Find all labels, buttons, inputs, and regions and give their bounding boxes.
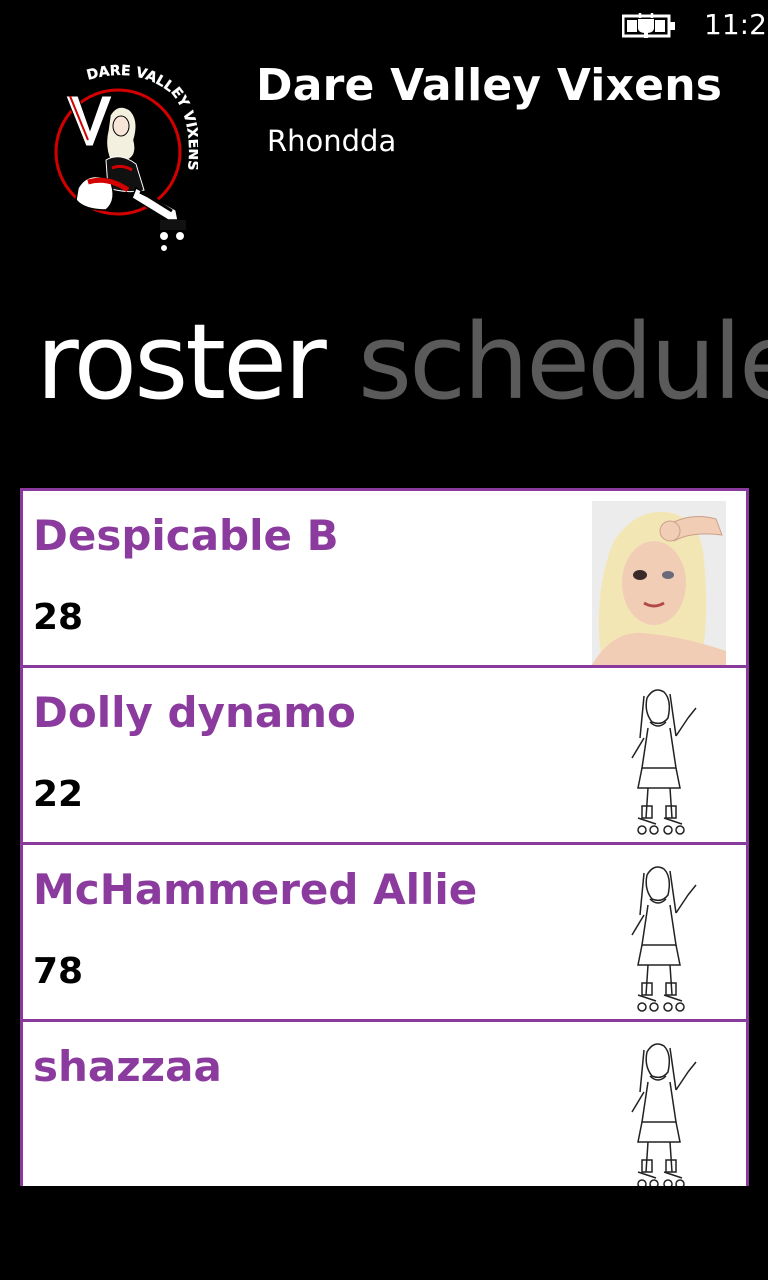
tab-roster[interactable]: roster — [36, 310, 327, 414]
sketch-placeholder-icon — [631, 866, 697, 1012]
roster-list[interactable]: Despicable B 28 Dolly dynamo 22 McHammer… — [20, 488, 749, 1186]
roster-item[interactable]: Despicable B 28 — [20, 488, 749, 668]
player-name: Dolly dynamo — [33, 688, 356, 737]
roster-item[interactable]: Dolly dynamo 22 — [20, 665, 749, 845]
photo-icon — [592, 501, 726, 665]
roster-item[interactable]: shazzaa — [20, 1019, 749, 1186]
status-bar: 11:20 — [0, 0, 768, 52]
sketch-placeholder-icon — [631, 1043, 697, 1186]
bottom-bar — [0, 1186, 768, 1280]
player-name: shazzaa — [33, 1042, 222, 1091]
player-name: Despicable B — [33, 511, 339, 560]
sketch-placeholder-icon — [631, 689, 697, 835]
tab-schedule[interactable]: schedule — [358, 310, 768, 414]
team-logo: DARE VALLEY VIXENS — [54, 63, 198, 253]
player-number: 78 — [33, 951, 84, 992]
status-clock: 11:20 — [704, 8, 768, 41]
battery-charging-icon — [622, 13, 675, 38]
roster-item[interactable]: McHammered Allie 78 — [20, 842, 749, 1022]
app-screen: 11:20 DARE VALLEY VIXENS Dare Val — [0, 0, 768, 1280]
player-number: 22 — [33, 774, 84, 815]
player-name: McHammered Allie — [33, 865, 478, 914]
team-location: Rhondda — [267, 124, 397, 158]
pivot-header: roster schedule — [36, 310, 768, 414]
player-number: 28 — [33, 597, 84, 638]
team-name: Dare Valley Vixens — [256, 60, 723, 111]
